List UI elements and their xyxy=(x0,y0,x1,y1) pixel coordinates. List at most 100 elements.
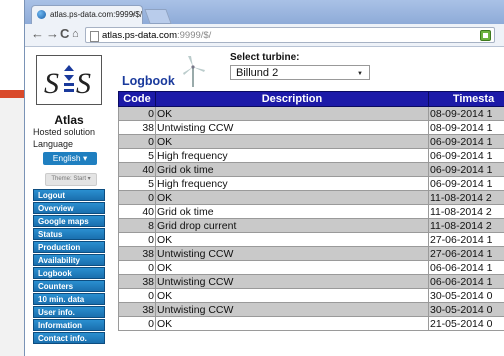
browser-window: atlas.ps-data.com:9999/$/ × ← → C ⌂ atla… xyxy=(24,0,504,356)
atlas-logo-icon: S S xyxy=(36,55,102,105)
sidebar-item-logout[interactable]: Logout xyxy=(33,189,105,201)
column-header-description[interactable]: Description xyxy=(155,91,429,107)
table-row[interactable]: 40 Grid ok time 11-08-2014 2 xyxy=(118,204,504,219)
cell-description: High frequency xyxy=(155,176,429,191)
column-header-timestamp[interactable]: Timesta xyxy=(428,91,504,107)
cell-timestamp: 06-06-2014 1 xyxy=(428,274,504,289)
sidebar-item-overview[interactable]: Overview xyxy=(33,202,105,214)
turbine-select[interactable]: Billund 2 ▼ xyxy=(230,65,370,80)
sidebar-item-contact-info[interactable]: Contact info. xyxy=(33,332,105,344)
main-content: Logbook Select turbine: Billund 2 ▼ Code… xyxy=(118,47,504,356)
browser-toolbar: ← → C ⌂ atlas.ps-data.com:9999/$/ xyxy=(25,24,504,47)
table-row[interactable]: 5 High frequency 06-09-2014 1 xyxy=(118,176,504,191)
cell-code: 40 xyxy=(118,204,156,219)
back-icon[interactable]: ← xyxy=(31,27,44,41)
table-row[interactable]: 38 Untwisting CCW 08-09-2014 1 xyxy=(118,120,504,135)
sidebar-item-production[interactable]: Production xyxy=(33,241,105,253)
cell-code: 38 xyxy=(118,246,156,261)
cell-description: Untwisting CCW xyxy=(155,120,429,135)
cell-timestamp: 08-09-2014 1 xyxy=(428,106,504,121)
page-icon xyxy=(90,31,99,42)
tab-title: atlas.ps-data.com:9999/$/ xyxy=(50,10,143,19)
sidebar-item-10-min-data[interactable]: 10 min. data xyxy=(33,293,105,305)
sidebar-item-status[interactable]: Status xyxy=(33,228,105,240)
cell-code: 5 xyxy=(118,148,156,163)
cell-description: OK xyxy=(155,106,429,121)
sidebar-item-user-info[interactable]: User info. xyxy=(33,306,105,318)
cell-timestamp: 06-09-2014 1 xyxy=(428,162,504,177)
sidebar-item-counters[interactable]: Counters xyxy=(33,280,105,292)
table-row[interactable]: 0 OK 08-09-2014 1 xyxy=(118,106,504,121)
cell-timestamp: 06-09-2014 1 xyxy=(428,176,504,191)
cell-description: Untwisting CCW xyxy=(155,274,429,289)
new-tab-button[interactable] xyxy=(144,9,172,24)
tab-close-icon[interactable]: × xyxy=(131,9,136,19)
sidebar-item-availability[interactable]: Availability xyxy=(33,254,105,266)
cell-timestamp: 11-08-2014 2 xyxy=(428,218,504,233)
table-row[interactable]: 8 Grid drop current 11-08-2014 2 xyxy=(118,218,504,233)
forward-icon[interactable]: → xyxy=(46,27,59,41)
page-content: S S Atlas Hosted solution Language Engli… xyxy=(25,47,504,356)
table-header-row: Code Description Timesta xyxy=(118,91,504,107)
cell-description: OK xyxy=(155,190,429,205)
table-body: 0 OK 08-09-2014 1 38 Untwisting CCW 08-09-201… xyxy=(118,106,504,331)
cell-code: 5 xyxy=(118,176,156,191)
sidebar-item-google-maps[interactable]: Google maps xyxy=(33,215,105,227)
cell-timestamp: 11-08-2014 2 xyxy=(428,190,504,205)
cell-description: OK xyxy=(155,134,429,149)
home-icon[interactable]: ⌂ xyxy=(72,27,79,41)
svg-text:S: S xyxy=(44,67,59,100)
wind-turbine-icon xyxy=(183,56,205,87)
cell-description: OK xyxy=(155,232,429,247)
chevron-down-icon: ▾ xyxy=(82,153,88,163)
cell-code: 0 xyxy=(118,316,156,331)
cell-code: 0 xyxy=(118,134,156,149)
browser-tab[interactable]: atlas.ps-data.com:9999/$/ × xyxy=(31,5,143,24)
reload-icon[interactable]: C xyxy=(60,27,69,41)
cell-timestamp: 06-09-2014 1 xyxy=(428,134,504,149)
extension-icon[interactable] xyxy=(480,30,491,41)
language-select[interactable]: English ▾ xyxy=(43,152,97,165)
cell-timestamp: 11-08-2014 2 xyxy=(428,204,504,219)
logbook-table: Code Description Timesta 0 OK 08-09-2014 1… xyxy=(118,91,504,331)
svg-text:S: S xyxy=(76,67,91,100)
cell-timestamp: 06-09-2014 1 xyxy=(428,148,504,163)
cell-code: 8 xyxy=(118,218,156,233)
cell-description: Untwisting CCW xyxy=(155,302,429,317)
theme-select[interactable]: Theme: Start ▾ xyxy=(45,173,97,186)
column-header-code[interactable]: Code xyxy=(118,91,156,107)
table-row[interactable]: 0 OK 06-09-2014 1 xyxy=(118,134,504,149)
sidebar: S S Atlas Hosted solution Language Engli… xyxy=(33,55,105,356)
brand-name: Atlas xyxy=(54,113,84,127)
table-row[interactable]: 38 Untwisting CCW 27-06-2014 1 xyxy=(118,246,504,261)
cell-code: 40 xyxy=(118,162,156,177)
tab-strip: atlas.ps-data.com:9999/$/ × xyxy=(25,0,504,24)
address-bar[interactable]: atlas.ps-data.com:9999/$/ xyxy=(85,27,495,43)
cell-code: 0 xyxy=(118,190,156,205)
cell-description: Grid drop current xyxy=(155,218,429,233)
table-row[interactable]: 0 OK 27-06-2014 1 xyxy=(118,232,504,247)
background-window-panel xyxy=(0,98,24,356)
cell-code: 38 xyxy=(118,120,156,135)
sidebar-item-logbook[interactable]: Logbook xyxy=(33,267,105,279)
table-row[interactable]: 0 OK 11-08-2014 2 xyxy=(118,190,504,205)
cell-description: Grid ok time xyxy=(155,162,429,177)
chevron-down-icon: ▾ xyxy=(87,176,91,182)
table-row[interactable]: 5 High frequency 06-09-2014 1 xyxy=(118,148,504,163)
background-window xyxy=(0,90,25,356)
theme-value: Theme: Start xyxy=(51,176,86,182)
table-row[interactable]: 40 Grid ok time 06-09-2014 1 xyxy=(118,162,504,177)
cell-description: OK xyxy=(155,316,429,331)
cell-timestamp: 08-09-2014 1 xyxy=(428,120,504,135)
table-row[interactable]: 0 OK 30-05-2014 0 xyxy=(118,288,504,303)
cell-timestamp: 30-05-2014 0 xyxy=(428,288,504,303)
cell-description: Grid ok time xyxy=(155,204,429,219)
cell-description: OK xyxy=(155,260,429,275)
sidebar-item-information[interactable]: Information xyxy=(33,319,105,331)
table-row[interactable]: 38 Untwisting CCW 06-06-2014 1 xyxy=(118,274,504,289)
table-row[interactable]: 0 OK 06-06-2014 1 xyxy=(118,260,504,275)
table-row[interactable]: 0 OK 21-05-2014 0 xyxy=(118,316,504,331)
select-turbine-label: Select turbine: xyxy=(230,52,300,63)
table-row[interactable]: 38 Untwisting CCW 30-05-2014 0 xyxy=(118,302,504,317)
cell-code: 0 xyxy=(118,260,156,275)
